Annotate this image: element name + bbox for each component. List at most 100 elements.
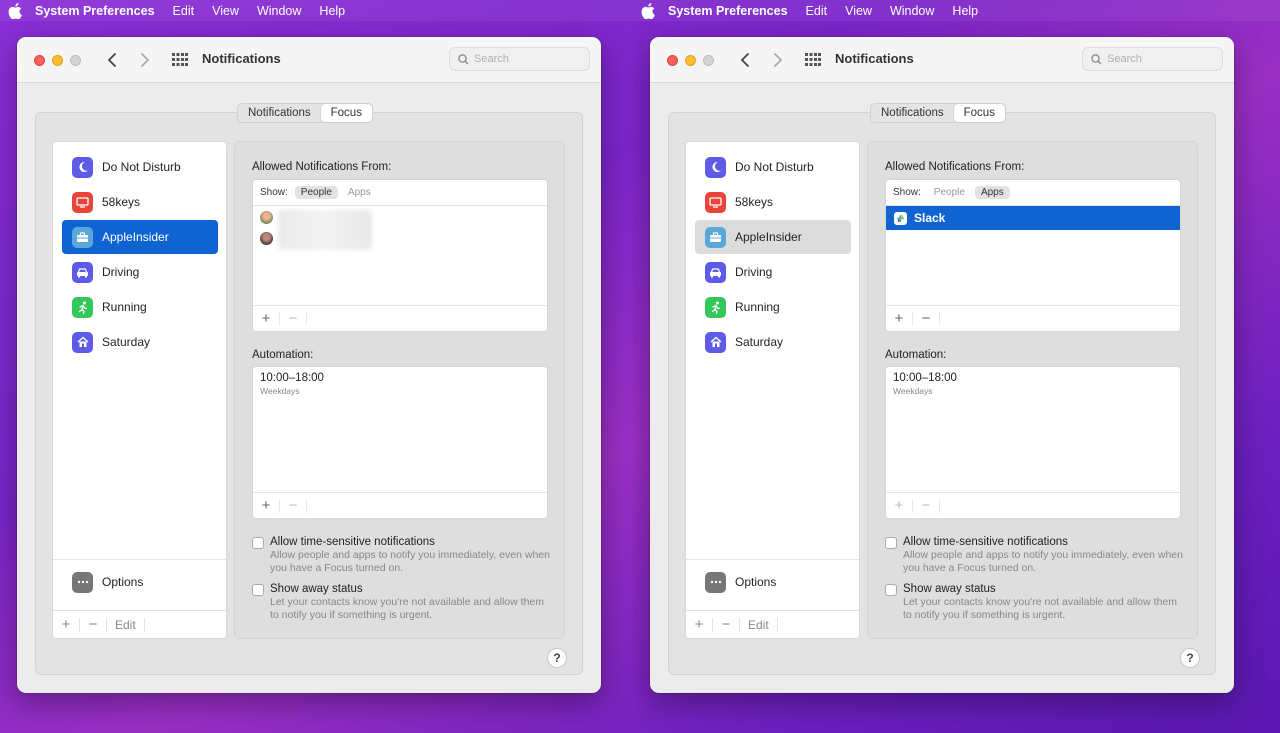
zoom-button[interactable]: [70, 55, 81, 66]
show-apps-button[interactable]: Apps: [342, 186, 377, 199]
forward-button[interactable]: [769, 51, 787, 69]
away-status-option: Show away status Let your contacts know …: [252, 583, 550, 622]
sidebar-item-label: Do Not Disturb: [735, 160, 814, 174]
remove-focus-button[interactable]: −: [80, 617, 107, 632]
sidebar-item-running[interactable]: Running: [62, 290, 218, 324]
tab-focus[interactable]: Focus: [953, 104, 1005, 122]
forward-button[interactable]: [136, 51, 154, 69]
monitor-icon: [72, 191, 93, 213]
search-input[interactable]: [1107, 53, 1217, 65]
add-focus-button[interactable]: +: [53, 617, 80, 632]
time-sensitive-checkbox[interactable]: [885, 537, 897, 549]
sidebar-item-do-not-disturb[interactable]: Do Not Disturb: [695, 150, 851, 184]
automation-days: Weekdays: [260, 386, 300, 396]
redacted-names: [278, 210, 372, 250]
tab-notifications[interactable]: Notifications: [871, 104, 954, 122]
search-input[interactable]: [474, 53, 584, 65]
menu-help[interactable]: Help: [952, 4, 978, 18]
sidebar-item-saturday[interactable]: Saturday: [62, 325, 218, 359]
edit-button[interactable]: Edit: [107, 617, 145, 632]
back-button[interactable]: [103, 51, 121, 69]
add-focus-button[interactable]: +: [686, 617, 713, 632]
focus-sidebar: Do Not Disturb 58keys AppleInsider Drivi…: [52, 141, 227, 639]
menu-view[interactable]: View: [845, 4, 872, 18]
sidebar-footer: + − Edit: [686, 610, 859, 638]
edit-button[interactable]: Edit: [740, 617, 778, 632]
back-button[interactable]: [736, 51, 754, 69]
time-sensitive-option: Allow time-sensitive notifications Allow…: [252, 536, 550, 575]
sidebar-item-appleinsider[interactable]: AppleInsider: [62, 220, 218, 254]
away-status-checkbox[interactable]: [252, 584, 264, 596]
title-bar: Notifications: [17, 37, 601, 83]
preferences-window: Notifications Notifications Focus Do Not…: [17, 37, 601, 693]
sidebar-item-driving[interactable]: Driving: [695, 255, 851, 289]
sidebar-item-driving[interactable]: Driving: [62, 255, 218, 289]
automation-list-footer: + −: [886, 492, 1180, 518]
apple-icon[interactable]: [8, 2, 24, 19]
show-label: Show:: [893, 187, 921, 198]
remove-focus-button[interactable]: −: [713, 617, 740, 632]
show-filter: Show: People Apps: [886, 180, 1180, 206]
search-field[interactable]: [1082, 47, 1223, 71]
window-title: Notifications: [202, 51, 281, 66]
focus-detail-pane: Allowed Notifications From: Show: People…: [234, 141, 565, 639]
away-status-option: Show away status Let your contacts know …: [885, 583, 1183, 622]
chevron-left-icon: [740, 53, 749, 67]
allowed-list-footer: + −: [253, 305, 547, 331]
time-sensitive-title: Allow time-sensitive notifications: [903, 536, 1068, 548]
sidebar-item-saturday[interactable]: Saturday: [695, 325, 851, 359]
show-apps-button[interactable]: Apps: [974, 186, 1010, 199]
add-automation-button[interactable]: +: [886, 498, 913, 513]
sidebar-item-appleinsider[interactable]: AppleInsider: [695, 220, 851, 254]
menu-edit[interactable]: Edit: [806, 4, 828, 18]
options-button[interactable]: Options: [62, 566, 143, 598]
close-button[interactable]: [34, 55, 45, 66]
show-people-button[interactable]: People: [294, 186, 338, 199]
app-name: Slack: [914, 211, 946, 225]
show-all-button[interactable]: [805, 53, 821, 67]
time-sensitive-description: Allow people and apps to notify you imme…: [903, 549, 1183, 574]
help-button[interactable]: ?: [1180, 648, 1200, 668]
sidebar-item-do-not-disturb[interactable]: Do Not Disturb: [62, 150, 218, 184]
remove-allowed-button[interactable]: −: [280, 311, 307, 326]
minimize-button[interactable]: [52, 55, 63, 66]
automation-label: Automation:: [252, 349, 314, 361]
add-automation-button[interactable]: +: [253, 498, 280, 513]
time-sensitive-checkbox[interactable]: [252, 537, 264, 549]
automation-label: Automation:: [885, 349, 947, 361]
menu-window[interactable]: Window: [890, 4, 934, 18]
tab-focus[interactable]: Focus: [320, 104, 372, 122]
remove-allowed-button[interactable]: −: [913, 311, 940, 326]
menu-app-name[interactable]: System Preferences: [668, 4, 788, 18]
add-allowed-button[interactable]: +: [886, 311, 913, 326]
search-field[interactable]: [449, 47, 590, 71]
away-status-title: Show away status: [903, 583, 996, 595]
allowed-list: Show: People Apps Slack + −: [885, 179, 1181, 332]
menu-view[interactable]: View: [212, 4, 239, 18]
help-button[interactable]: ?: [547, 648, 567, 668]
menu-edit[interactable]: Edit: [173, 4, 195, 18]
menu-window[interactable]: Window: [257, 4, 301, 18]
monitor-icon: [705, 191, 726, 213]
remove-automation-button[interactable]: −: [280, 498, 307, 513]
tab-notifications[interactable]: Notifications: [238, 104, 321, 122]
running-icon: [72, 296, 93, 318]
options-button[interactable]: Options: [695, 566, 776, 598]
app-row-slack[interactable]: Slack: [886, 206, 1180, 230]
close-button[interactable]: [667, 55, 678, 66]
sidebar-item-58keys[interactable]: 58keys: [695, 185, 851, 219]
allowed-notifications-label: Allowed Notifications From:: [885, 161, 1025, 173]
sidebar-item-58keys[interactable]: 58keys: [62, 185, 218, 219]
add-allowed-button[interactable]: +: [253, 311, 280, 326]
menu-app-name[interactable]: System Preferences: [35, 4, 155, 18]
remove-automation-button[interactable]: −: [913, 498, 940, 513]
apple-icon[interactable]: [641, 2, 657, 19]
show-all-button[interactable]: [172, 53, 188, 67]
minimize-button[interactable]: [685, 55, 696, 66]
zoom-button[interactable]: [703, 55, 714, 66]
away-status-description: Let your contacts know you're not availa…: [903, 596, 1177, 621]
show-people-button[interactable]: People: [928, 186, 971, 199]
sidebar-item-running[interactable]: Running: [695, 290, 851, 324]
away-status-checkbox[interactable]: [885, 584, 897, 596]
menu-help[interactable]: Help: [319, 4, 345, 18]
